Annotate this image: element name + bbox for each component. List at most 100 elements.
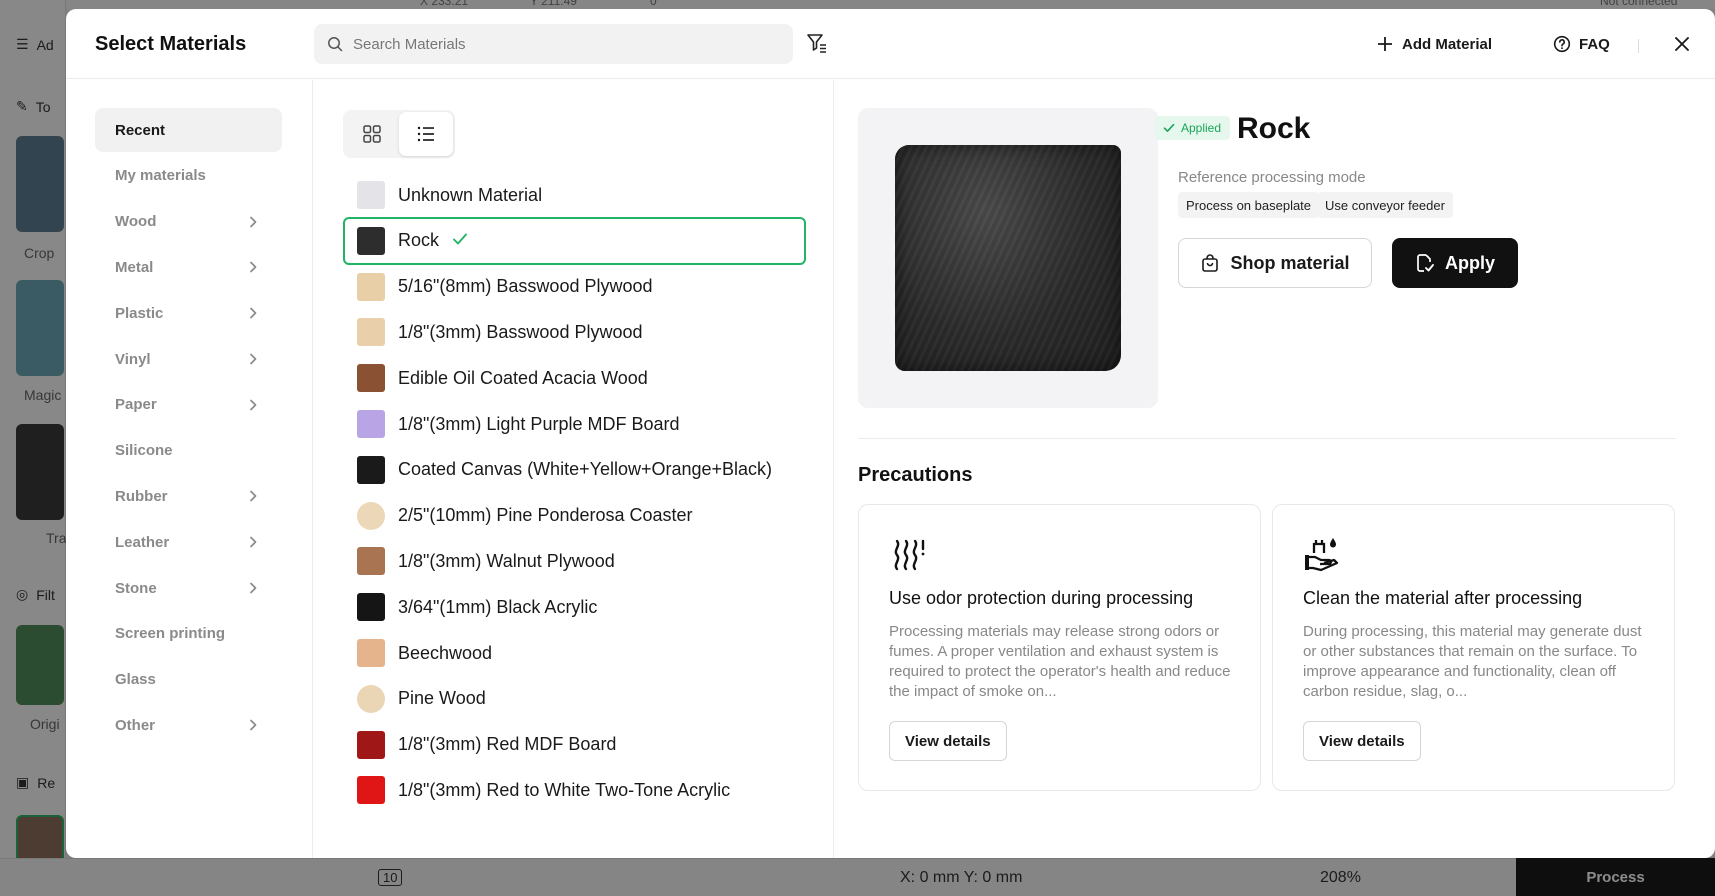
grid-view-button[interactable] <box>345 112 399 156</box>
list-view-button[interactable] <box>399 112 453 156</box>
category-label: Silicone <box>115 442 173 460</box>
material-row[interactable]: 3/64"(1mm) Black Acrylic <box>343 583 806 631</box>
material-label: Pine Wood <box>398 688 486 709</box>
grid-icon <box>363 125 381 143</box>
applied-label: Applied <box>1181 121 1222 135</box>
applied-badge: Applied <box>1155 116 1231 140</box>
view-details-button[interactable]: View details <box>1303 721 1421 761</box>
category-label: Plastic <box>115 304 164 322</box>
material-row[interactable]: Unknown Material <box>343 171 806 219</box>
rock-image <box>895 145 1121 371</box>
faq-button[interactable]: FAQ <box>1553 29 1610 59</box>
category-silicone[interactable]: Silicone <box>95 429 282 473</box>
material-label: 5/16"(8mm) Basswood Plywood <box>398 276 653 297</box>
material-row[interactable]: Coated Canvas (White+Yellow+Orange+Black… <box>343 446 806 494</box>
material-row[interactable]: Edible Oil Coated Acacia Wood <box>343 354 806 402</box>
material-name: Rock <box>1237 112 1311 145</box>
plus-icon <box>1378 37 1392 51</box>
view-toggle <box>343 110 455 158</box>
section-divider <box>858 438 1676 439</box>
category-glass[interactable]: Glass <box>95 658 282 702</box>
material-swatch <box>357 684 385 713</box>
category-leather[interactable]: Leather <box>95 520 282 564</box>
category-label: Glass <box>115 671 156 689</box>
category-wood[interactable]: Wood <box>95 200 282 244</box>
material-row[interactable]: 1/8"(3mm) Light Purple MDF Board <box>343 400 806 448</box>
precaution-title: Clean the material after processing <box>1303 588 1583 608</box>
header-divider <box>1638 39 1639 53</box>
category-other[interactable]: Other <box>95 703 282 747</box>
search-box[interactable] <box>314 24 793 64</box>
add-material-button[interactable]: Add Material <box>1376 29 1492 59</box>
category-recent[interactable]: Recent <box>95 108 282 152</box>
list-icon <box>417 126 434 142</box>
modal-header: Select Materials Add Material FAQ <box>66 9 1715 79</box>
apply-button[interactable]: Apply <box>1392 238 1518 288</box>
category-paper[interactable]: Paper <box>95 383 282 427</box>
material-row[interactable]: Pine Wood <box>343 675 806 723</box>
material-label: 1/8"(3mm) Red to White Two-Tone Acrylic <box>398 779 731 800</box>
material-label: Unknown Material <box>398 184 543 205</box>
hand-clean-icon <box>1303 535 1341 573</box>
select-materials-modal: Select Materials Add Material FAQ Recent… <box>66 9 1715 858</box>
material-swatch <box>357 776 385 805</box>
material-detail: Applied Rock Reference processing mode P… <box>835 80 1715 858</box>
material-swatch <box>357 730 385 759</box>
close-icon <box>1675 37 1689 51</box>
material-swatch <box>357 455 385 484</box>
material-row[interactable]: 1/8"(3mm) Basswood Plywood <box>343 308 806 356</box>
close-button[interactable] <box>1669 31 1695 57</box>
material-row[interactable]: Rock <box>343 216 806 265</box>
material-label: 1/8"(3mm) Walnut Plywood <box>398 550 615 571</box>
search-input[interactable] <box>353 35 773 53</box>
material-row[interactable]: 1/8"(3mm) Red to White Two-Tone Acrylic <box>343 766 806 814</box>
filter-button[interactable] <box>804 30 830 56</box>
category-plastic[interactable]: Plastic <box>95 291 282 335</box>
view-details-button[interactable]: View details <box>889 721 1007 761</box>
material-row[interactable]: Beechwood <box>343 629 806 677</box>
category-rubber[interactable]: Rubber <box>95 474 282 518</box>
category-sidebar: Recent My materials Wood Metal Plastic Vinyl P… <box>66 80 313 858</box>
chevron-right-icon <box>246 581 260 595</box>
category-label: Paper <box>115 396 157 414</box>
category-my-materials[interactable]: My materials <box>95 154 282 198</box>
material-label: 3/64"(1mm) Black Acrylic <box>398 596 598 617</box>
category-label: Wood <box>115 213 157 231</box>
precaution-card-clean: Clean the material after processing Duri… <box>1272 504 1675 791</box>
material-swatch <box>357 318 385 347</box>
material-swatch <box>357 501 385 530</box>
category-label: Other <box>115 716 156 734</box>
material-row[interactable]: 5/16"(8mm) Basswood Plywood <box>343 263 806 311</box>
mode-tag: Use conveyor feeder <box>1317 192 1453 218</box>
material-swatch <box>357 593 385 622</box>
precaution-title: Use odor protection during processing <box>889 588 1194 608</box>
apply-document-icon <box>1417 254 1434 272</box>
chevron-right-icon <box>246 260 260 274</box>
shop-material-button[interactable]: Shop material <box>1178 238 1372 288</box>
material-swatch <box>357 364 385 393</box>
material-row[interactable]: 2/5"(10mm) Pine Ponderosa Coaster <box>343 492 806 540</box>
chevron-right-icon <box>246 535 260 549</box>
chevron-right-icon <box>246 352 260 366</box>
precautions-title: Precautions <box>858 464 973 486</box>
category-metal[interactable]: Metal <box>95 245 282 289</box>
faq-label: FAQ <box>1579 35 1610 53</box>
shop-material-label: Shop material <box>1230 252 1350 273</box>
odor-heat-icon <box>889 535 927 573</box>
material-label: Coated Canvas (White+Yellow+Orange+Black… <box>398 459 773 480</box>
filter-icon <box>807 34 826 53</box>
chevron-right-icon <box>246 398 260 412</box>
precaution-text: During processing, this material may gen… <box>1303 623 1642 700</box>
category-label: Recent <box>115 121 166 139</box>
material-row[interactable]: 1/8"(3mm) Red MDF Board <box>343 721 806 769</box>
material-label: Rock <box>398 230 440 251</box>
shopping-bag-icon <box>1202 254 1219 272</box>
chevron-right-icon <box>246 718 260 732</box>
category-vinyl[interactable]: Vinyl <box>95 337 282 381</box>
search-icon <box>328 37 343 52</box>
category-stone[interactable]: Stone <box>95 566 282 610</box>
material-row[interactable]: 1/8"(3mm) Walnut Plywood <box>343 537 806 585</box>
category-label: Metal <box>115 258 154 276</box>
category-screen-printing[interactable]: Screen printing <box>95 612 282 656</box>
apply-label: Apply <box>1444 252 1495 273</box>
